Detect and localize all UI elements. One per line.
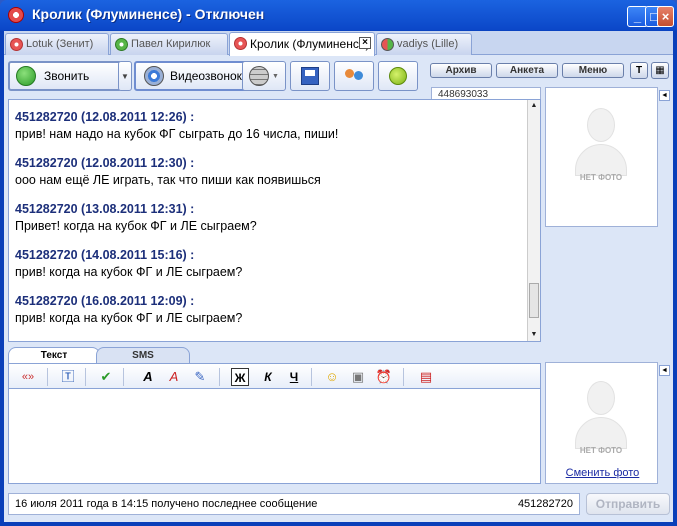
call-button[interactable]: Звонить (8, 61, 122, 91)
message-item: 451282720 (12.08.2011 12:26) : прив! нам… (15, 110, 338, 141)
red-flower-icon (10, 38, 23, 51)
contacts-button[interactable] (334, 61, 374, 91)
window-title: Кролик (Флуминенсе) - Отключен (32, 6, 265, 22)
tab-label: Кролик (Флуминенсе) (250, 37, 370, 51)
red-flower-icon (234, 37, 247, 50)
tab-text[interactable]: Текст (8, 347, 100, 363)
text-mode-button[interactable]: T (630, 62, 648, 79)
message-item: 451282720 (13.08.2011 12:31) : Привет! к… (15, 202, 257, 233)
tab-sms[interactable]: SMS (96, 347, 190, 363)
translit-icon[interactable]: «» (17, 368, 39, 386)
message-item: 451282720 (12.08.2011 12:30) : ооо нам е… (15, 156, 321, 187)
collapse-panel-icon[interactable]: ◄ (659, 90, 670, 101)
call-dropdown-button[interactable]: ▼ (118, 61, 132, 91)
close-tab-icon[interactable]: × (359, 37, 371, 49)
call-label: Звонить (44, 69, 90, 83)
no-photo-silhouette-icon (575, 379, 627, 449)
message-item: 451282720 (14.08.2011 15:16) : прив! ког… (15, 248, 242, 279)
tab-label: vadiys (Lille) (397, 38, 459, 50)
message-header: 451282720 (13.08.2011 12:31) : (15, 202, 195, 216)
tab-lotuk[interactable]: Lotuk (Зенит) (5, 33, 109, 55)
chat-window: Кролик (Флуминенсе) - Отключен _ □ × Lot… (0, 0, 677, 526)
smiley-icon[interactable]: ☺ (323, 368, 341, 386)
message-header: 451282720 (12.08.2011 12:26) : (15, 110, 195, 124)
client-area: Lotuk (Зенит) Павел Кирилюк Кролик (Флум… (4, 31, 673, 522)
mixed-flower-icon (381, 38, 394, 51)
tab-pavel[interactable]: Павел Кирилюк (110, 33, 228, 55)
globe-menu-button[interactable]: ▼ (242, 61, 286, 91)
scroll-thumb[interactable] (529, 283, 539, 318)
check-call-icon (16, 66, 36, 86)
status-bar: 16 июля 2011 года в 14:15 получено после… (8, 493, 580, 515)
text-template-icon[interactable]: 🅃 (59, 368, 77, 386)
send-button[interactable]: Отправить (586, 493, 670, 515)
message-header: 451282720 (14.08.2011 15:16) : (15, 248, 195, 262)
tab-label: Павел Кирилюк (131, 38, 211, 50)
green-flower-icon (115, 38, 128, 51)
no-photo-label: НЕТ ФОТО (579, 173, 623, 182)
message-text: прив! нам надо на кубок ФГ сыграть до 16… (15, 127, 339, 141)
chevron-down-icon: ▼ (272, 72, 279, 80)
layout-grid-button[interactable]: ▦ (651, 62, 669, 79)
webcam-icon (144, 66, 164, 86)
message-input[interactable] (8, 389, 541, 484)
formatting-toolbar: «» 🅃 ✔ A A ✎ Ж К Ч ☺ ▣ ⏰ ▤ (8, 363, 541, 389)
clear-text-icon[interactable]: ▤ (417, 368, 435, 386)
send-sms-button[interactable] (378, 61, 418, 91)
change-photo-link[interactable]: Сменить фото (546, 467, 659, 479)
close-button[interactable]: × (657, 6, 674, 27)
profile-button[interactable]: Анкета (496, 63, 558, 78)
message-header: 451282720 (12.08.2011 12:30) : (15, 156, 195, 170)
collapse-panel-icon[interactable]: ◄ (659, 365, 670, 376)
menu-button[interactable]: Меню (562, 63, 624, 78)
bold-button[interactable]: Ж (231, 368, 249, 386)
app-flower-icon (8, 7, 24, 23)
font-color-icon[interactable]: A (165, 368, 183, 386)
sms-icon (389, 67, 407, 85)
scroll-down-icon[interactable]: ▼ (528, 329, 540, 341)
font-icon[interactable]: A (139, 368, 157, 386)
status-text: 16 июля 2011 года в 14:15 получено после… (15, 498, 318, 510)
video-message-icon[interactable]: ▣ (349, 368, 367, 386)
globe-icon (249, 66, 270, 86)
highlight-icon[interactable]: ✎ (191, 368, 209, 386)
title-bar[interactable]: Кролик (Флуминенсе) - Отключен _ □ × (0, 0, 677, 31)
tab-vadiys[interactable]: vadiys (Lille) (376, 33, 472, 55)
message-text: ооо нам ещё ЛЕ играть, так что пиши как … (15, 173, 321, 187)
tab-krolik[interactable]: Кролик (Флуминенсе) × (229, 32, 375, 56)
contact-photo-panel: НЕТ ФОТО (545, 87, 658, 227)
own-photo: НЕТ ФОТО (557, 369, 645, 459)
message-item: 451282720 (16.08.2011 12:09) : прив! ког… (15, 294, 242, 325)
own-photo-panel: НЕТ ФОТО Сменить фото (545, 362, 658, 484)
italic-button[interactable]: К (259, 368, 277, 386)
message-text: Привет! когда на кубок ФГ и ЛЕ сыграем? (15, 219, 257, 233)
video-call-label: Видеозвонок (170, 69, 242, 83)
message-text: прив! когда на кубок ФГ и ЛЕ сыграем? (15, 311, 243, 325)
video-call-button[interactable]: Видеозвонок (134, 61, 250, 91)
archive-button[interactable]: Архив (430, 63, 492, 78)
underline-button[interactable]: Ч (285, 368, 303, 386)
no-photo-silhouette-icon (575, 106, 627, 176)
message-history[interactable]: 451282720 (12.08.2011 12:26) : прив! нам… (8, 99, 541, 342)
people-icon (343, 67, 365, 85)
message-text: прив! когда на кубок ФГ и ЛЕ сыграем? (15, 265, 243, 279)
message-scrollbar[interactable]: ▲ ▼ (527, 100, 540, 341)
contact-tabs: Lotuk (Зенит) Павел Кирилюк Кролик (Флум… (4, 31, 673, 56)
spellcheck-icon[interactable]: ✔ (97, 368, 115, 386)
message-header: 451282720 (16.08.2011 12:09) : (15, 294, 195, 308)
floppy-disk-icon (301, 67, 319, 85)
save-history-button[interactable] (290, 61, 330, 91)
alarm-clock-icon[interactable]: ⏰ (375, 368, 393, 386)
tab-label: Lotuk (Зенит) (26, 38, 94, 50)
no-photo-label: НЕТ ФОТО (579, 446, 623, 455)
contact-photo: НЕТ ФОТО (557, 96, 645, 188)
status-uid: 451282720 (517, 498, 573, 510)
scroll-up-icon[interactable]: ▲ (528, 100, 540, 112)
